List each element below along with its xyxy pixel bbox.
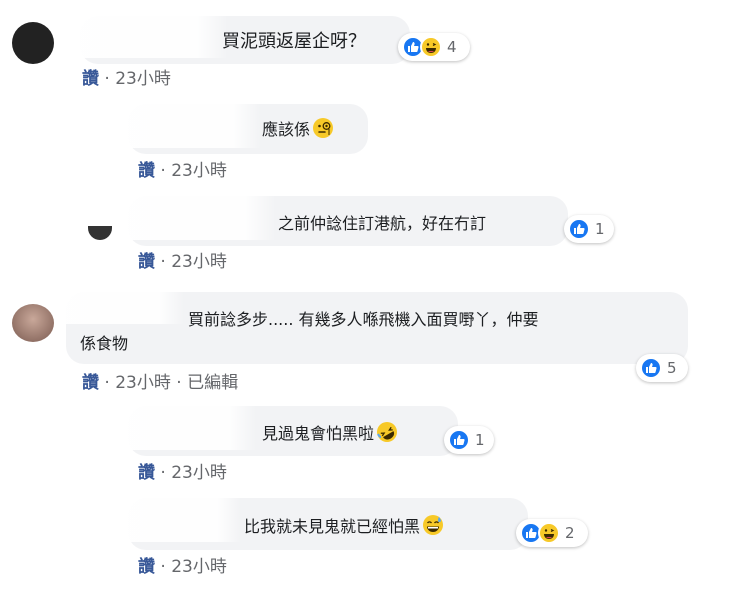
name-redaction — [126, 194, 276, 240]
timestamp-link[interactable]: 23小時 — [171, 557, 227, 577]
grinning-sweat-emoji — [422, 514, 444, 536]
name-redaction — [126, 102, 261, 148]
meta-separator: · — [104, 373, 110, 393]
reaction-count: 4 — [447, 38, 457, 56]
reaction-summary[interactable]: 5 — [636, 354, 688, 382]
avatar[interactable] — [12, 22, 54, 64]
reaction-count: 2 — [565, 524, 575, 542]
like-link[interactable]: 讚 — [138, 557, 155, 577]
reaction-summary[interactable]: 1 — [564, 215, 614, 243]
comment-meta: 讚 · 23小時 — [138, 156, 227, 181]
meta-separator: · — [160, 252, 166, 272]
reaction-count: 5 — [667, 359, 677, 377]
reaction-count: 1 — [475, 431, 485, 449]
timestamp-link[interactable]: 23小時 — [115, 69, 171, 89]
avatar[interactable] — [12, 304, 54, 342]
monocle-face-emoji — [312, 117, 334, 139]
comment-text: 之前仲諗住訂港航，好在冇訂 — [278, 214, 487, 233]
like-reaction-icon — [448, 429, 470, 451]
like-link[interactable]: 讚 — [82, 373, 99, 393]
edited-label[interactable]: 已編輯 — [187, 373, 238, 393]
timestamp-link[interactable]: 23小時 — [171, 161, 227, 181]
meta-separator: · — [160, 161, 166, 181]
comment-text-line: 買前諗多步..... 有幾多人喺飛機入面買嘢丫，仲要 — [188, 310, 539, 329]
comment-meta: 讚 · 23小時 — [138, 458, 227, 483]
name-redaction — [126, 496, 241, 542]
haha-reaction-icon — [538, 522, 560, 544]
timestamp-link[interactable]: 23小時 — [171, 252, 227, 272]
meta-separator: · — [160, 557, 166, 577]
like-link[interactable]: 讚 — [82, 69, 99, 89]
comment-meta: 讚 · 23小時 · 已編輯 — [82, 368, 238, 393]
name-redaction — [64, 290, 184, 324]
comment-text: 應該係 — [262, 116, 334, 140]
timestamp-link[interactable]: 23小時 — [115, 373, 171, 393]
reaction-summary[interactable]: 4 — [398, 33, 470, 61]
comment-meta: 讚 · 23小時 — [138, 552, 227, 577]
like-link[interactable]: 讚 — [138, 463, 155, 483]
meta-separator: · — [160, 463, 166, 483]
comment-text-line: 係食物 — [80, 334, 129, 353]
comment-text: 比我就未見鬼就已經怕黑 — [244, 513, 444, 537]
comment-text: 買泥頭返屋企呀？ — [222, 31, 366, 52]
comment-meta: 讚 · 23小時 — [138, 247, 227, 272]
meta-separator: · — [176, 373, 182, 393]
reaction-count: 1 — [595, 220, 605, 238]
rolling-laughing-emoji — [376, 421, 398, 443]
like-link[interactable]: 讚 — [138, 252, 155, 272]
comment-meta: 讚 · 23小時 — [82, 64, 171, 89]
name-redaction — [78, 14, 228, 58]
haha-reaction-icon — [420, 36, 442, 58]
timestamp-link[interactable]: 23小時 — [171, 463, 227, 483]
comment-text: 見過鬼會怕黑啦 — [262, 420, 398, 444]
name-redaction — [126, 404, 256, 450]
meta-separator: · — [104, 69, 110, 89]
avatar[interactable] — [88, 226, 112, 240]
reaction-summary[interactable]: 1 — [444, 426, 494, 454]
like-reaction-icon — [568, 218, 590, 240]
reaction-summary[interactable]: 2 — [516, 519, 588, 547]
like-link[interactable]: 讚 — [138, 161, 155, 181]
like-reaction-icon — [640, 357, 662, 379]
